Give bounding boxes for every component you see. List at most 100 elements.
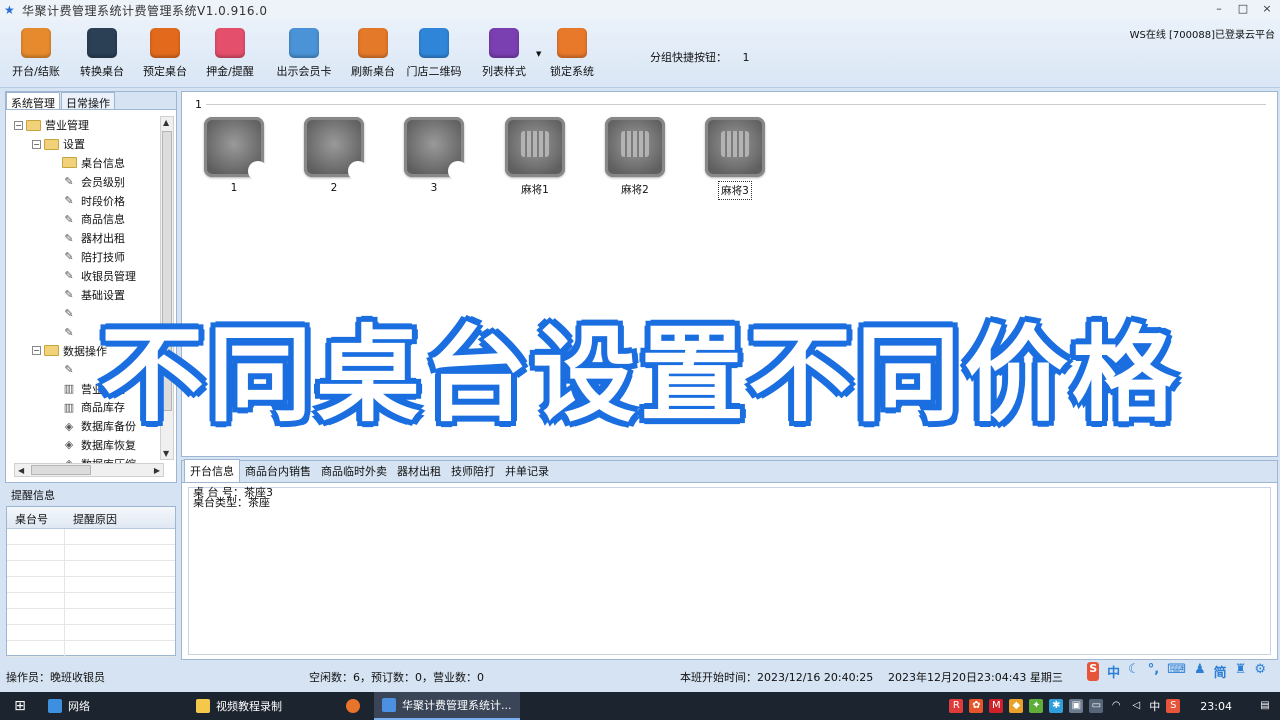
minimize-button[interactable]: – xyxy=(1212,2,1226,15)
ime-toolbar: S 中 ☾ °, ⌨ ♟ 简 ♜ ⚙ xyxy=(1087,662,1266,681)
tray-app1-icon[interactable]: R xyxy=(949,699,964,713)
toolbar-button-4[interactable]: 出示会员卡 xyxy=(272,28,336,79)
tray-shield-icon[interactable]: ◆ xyxy=(1009,699,1024,713)
tree-horizontal-scrollbar[interactable]: ◀ ▶ xyxy=(14,463,164,477)
wifi-icon[interactable]: ◠ xyxy=(1109,699,1123,713)
toolbar-button-label: 门店二维码 xyxy=(406,65,462,78)
folder-icon xyxy=(44,138,59,150)
close-button[interactable]: × xyxy=(1260,2,1274,15)
scroll-up-icon[interactable]: ▲ xyxy=(163,118,169,127)
ime-voice-icon[interactable]: ♟ xyxy=(1194,662,1206,681)
col-remind-reason[interactable]: 提醒原因 xyxy=(65,507,117,528)
ime-logo-icon[interactable]: S xyxy=(1087,662,1100,681)
table-tile[interactable]: 麻将2 xyxy=(603,117,667,198)
toolbar-button-5[interactable]: 刷新桌台 xyxy=(341,28,405,79)
toolbar-button-1[interactable]: 转换桌台 xyxy=(70,28,134,79)
toolbar-button-label: 锁定系统 xyxy=(550,65,594,78)
tray-sogou-icon[interactable]: S xyxy=(1166,699,1181,713)
tab-system-management[interactable]: 系统管理 xyxy=(6,92,60,110)
taskbar-item-billing-app[interactable]: 华聚计费管理系统计... xyxy=(374,692,520,720)
table-tile[interactable]: 麻将1 xyxy=(503,117,567,198)
info-tab[interactable]: 器材出租 xyxy=(392,460,446,482)
toolbar-button-2[interactable]: 预定桌台 xyxy=(133,28,197,79)
settings-tool-icon: ✎ xyxy=(64,269,74,283)
tree-collapse-icon[interactable]: − xyxy=(32,139,41,149)
ime-punct-icon[interactable]: °, xyxy=(1148,662,1159,681)
ime-moon-icon[interactable]: ☾ xyxy=(1128,662,1140,681)
taskbar-clock[interactable]: 23:04 xyxy=(1200,700,1232,713)
scroll-right-icon[interactable]: ▶ xyxy=(154,466,160,475)
tag-icon xyxy=(150,28,180,58)
toolbar-button-8[interactable]: 锁定系统 xyxy=(540,28,604,79)
remind-row xyxy=(7,641,175,657)
ime-settings-icon[interactable]: ⚙ xyxy=(1254,662,1266,681)
ime-mode-chinese[interactable]: 中 xyxy=(1107,662,1120,681)
tray-battery-icon[interactable]: ▭ xyxy=(1089,699,1104,713)
table-info-panel: 开台信息 商品台内销售 商品临时外卖 器材出租 技师陪打 并单记录 桌 台 号：茶座3 桌… xyxy=(181,459,1278,660)
settings-tool-icon: ✎ xyxy=(64,231,74,245)
toolbar-button-label: 转换桌台 xyxy=(80,65,124,78)
tree-item[interactable]: 桌台信息 xyxy=(12,154,162,173)
ime-keyboard-icon[interactable]: ⌨ xyxy=(1167,662,1186,681)
scroll-left-icon[interactable]: ◀ xyxy=(18,466,24,475)
start-button[interactable]: ⊞ xyxy=(0,692,40,720)
scroll-down-icon[interactable]: ▼ xyxy=(163,449,169,458)
mahjong-table-icon xyxy=(505,117,565,177)
taskbar-item-firefox[interactable] xyxy=(338,692,374,720)
status-operator: 操作员：晚班收银员 xyxy=(6,671,105,684)
tree-item[interactable]: ✎ 器材出租 xyxy=(12,229,162,248)
group-quick-value[interactable]: 1 xyxy=(743,51,750,64)
table-tile[interactable]: 1 xyxy=(202,117,268,195)
tree-item[interactable]: ✎ 陪打技师 xyxy=(12,248,162,267)
volume-icon[interactable]: ◁ xyxy=(1129,699,1143,713)
chat-bubble-icon xyxy=(215,28,245,58)
table-tile[interactable]: 2 xyxy=(302,117,368,195)
tree-item[interactable]: ✎ 商品信息 xyxy=(12,210,162,229)
billiard-table-icon xyxy=(404,117,468,181)
table-tile[interactable]: 3 xyxy=(402,117,468,195)
tree-collapse-icon[interactable]: − xyxy=(14,120,23,130)
network-icon xyxy=(48,699,62,713)
tree-item[interactable]: − 营业管理 xyxy=(12,116,162,135)
col-table-number[interactable]: 桌台号 xyxy=(7,507,65,528)
app-icon: ★ xyxy=(4,3,15,17)
toolbar-button-3[interactable]: 押金/提醒 xyxy=(198,28,262,79)
tree-item[interactable]: ✎ 时段价格 xyxy=(12,191,162,210)
tree-item-label: 收银员管理 xyxy=(81,269,136,283)
billiard-table-icon xyxy=(304,117,368,181)
info-tab[interactable]: 开台信息 xyxy=(184,459,240,482)
info-tabs: 开台信息 商品台内销售 商品临时外卖 器材出租 技师陪打 并单记录 xyxy=(182,459,1277,483)
table-tile[interactable]: 麻将3 xyxy=(703,117,767,200)
taskbar-item-network[interactable]: 网络 xyxy=(40,692,98,720)
main-toolbar: ▼ 分组快捷按钮： 1 WS在线 [700088]已登录云平台 开台/结账 转换桌… xyxy=(0,20,1280,88)
ime-simplified[interactable]: 简 xyxy=(1214,662,1227,681)
tab-daily-operations[interactable]: 日常操作 xyxy=(61,92,115,110)
scroll-thumb-horizontal[interactable] xyxy=(31,465,91,475)
notification-icon[interactable]: ▤ xyxy=(1258,699,1272,713)
tray-app5-icon[interactable]: ✦ xyxy=(1029,699,1044,713)
info-tab[interactable]: 技师陪打 xyxy=(446,460,500,482)
toolbar-button-0[interactable]: 开台/结账 xyxy=(4,28,68,79)
taskbar-item-video-folder[interactable]: 视频教程录制 xyxy=(188,692,290,720)
tree-item[interactable]: ✎ 会员级别 xyxy=(12,172,162,191)
lock-icon xyxy=(557,28,587,58)
tray-app6-icon[interactable]: ✱ xyxy=(1049,699,1064,713)
taskbar-ime[interactable]: 中 xyxy=(1149,698,1160,714)
toolbar-button-7[interactable]: 列表样式 xyxy=(472,28,536,79)
info-table-type-label: 桌台类型： xyxy=(193,496,248,509)
maximize-button[interactable]: □ xyxy=(1236,2,1250,15)
tray-app2-icon[interactable]: ✿ xyxy=(969,699,984,713)
info-tab[interactable]: 商品台内销售 xyxy=(240,460,316,482)
settings-tool-icon: ✎ xyxy=(64,212,74,226)
info-tab[interactable]: 并单记录 xyxy=(500,460,554,482)
tray-app7-icon[interactable]: ▣ xyxy=(1069,699,1084,713)
left-tabs: 系统管理 日常操作 xyxy=(6,92,176,110)
ime-skin-icon[interactable]: ♜ xyxy=(1235,662,1247,681)
member-card-icon xyxy=(289,28,319,58)
tray-app3-icon[interactable]: M xyxy=(989,699,1004,713)
tree-item[interactable]: − 设置 xyxy=(12,135,162,154)
info-tab[interactable]: 商品临时外卖 xyxy=(316,460,392,482)
tree-item-label: 会员级别 xyxy=(81,175,125,189)
tree-item[interactable]: ✎ 收银员管理 xyxy=(12,266,162,285)
toolbar-button-6[interactable]: 门店二维码 xyxy=(402,28,466,79)
